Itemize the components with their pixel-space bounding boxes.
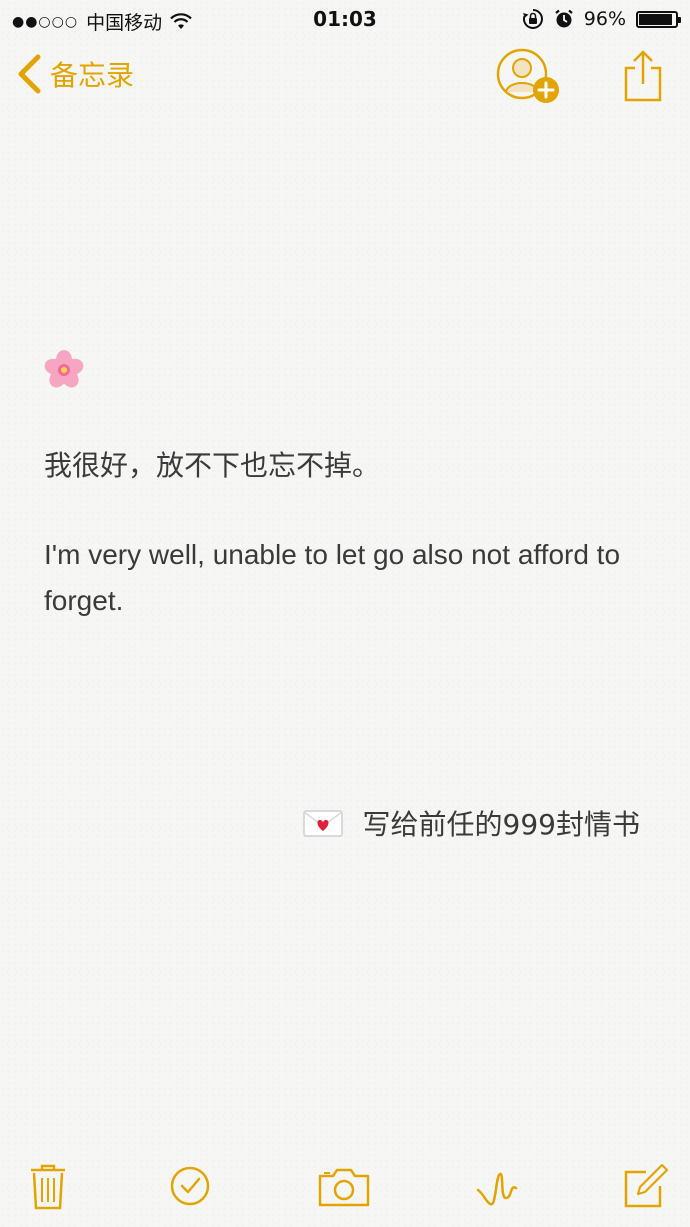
checklist-icon[interactable] [162,1162,218,1210]
battery-fill [639,13,672,25]
trash-icon[interactable] [20,1162,76,1210]
compose-icon[interactable] [616,1162,672,1210]
camera-icon[interactable] [316,1162,372,1210]
add-person-icon[interactable] [494,46,564,106]
alarm-icon [555,9,573,28]
note-line-english: I'm very well, unable to let go also not… [44,539,621,616]
love-letter-icon [302,810,343,837]
signature-text: 写给前任的999封情书 [362,808,640,841]
sketch-icon[interactable] [470,1162,526,1210]
back-label: 备忘录 [50,59,135,92]
chevron-left-icon [18,54,41,94]
note-line-chinese: 我很好，放不下也忘不掉。 [44,449,381,482]
note-signature: 写给前任的999封情书 [302,803,640,843]
battery-percent: 96% [583,8,626,30]
share-icon[interactable] [620,48,666,104]
rotation-lock-icon [522,9,543,29]
back-button[interactable]: 备忘录 [16,54,134,94]
cherry-blossom-icon [44,350,84,388]
status-bar: ●●○○○ 中国移动 01:03 96% [0,0,690,40]
nav-bar: 备忘录 [0,40,690,116]
status-right: 96% [522,8,681,30]
battery-icon [636,10,681,28]
bottom-toolbar [0,1150,690,1227]
